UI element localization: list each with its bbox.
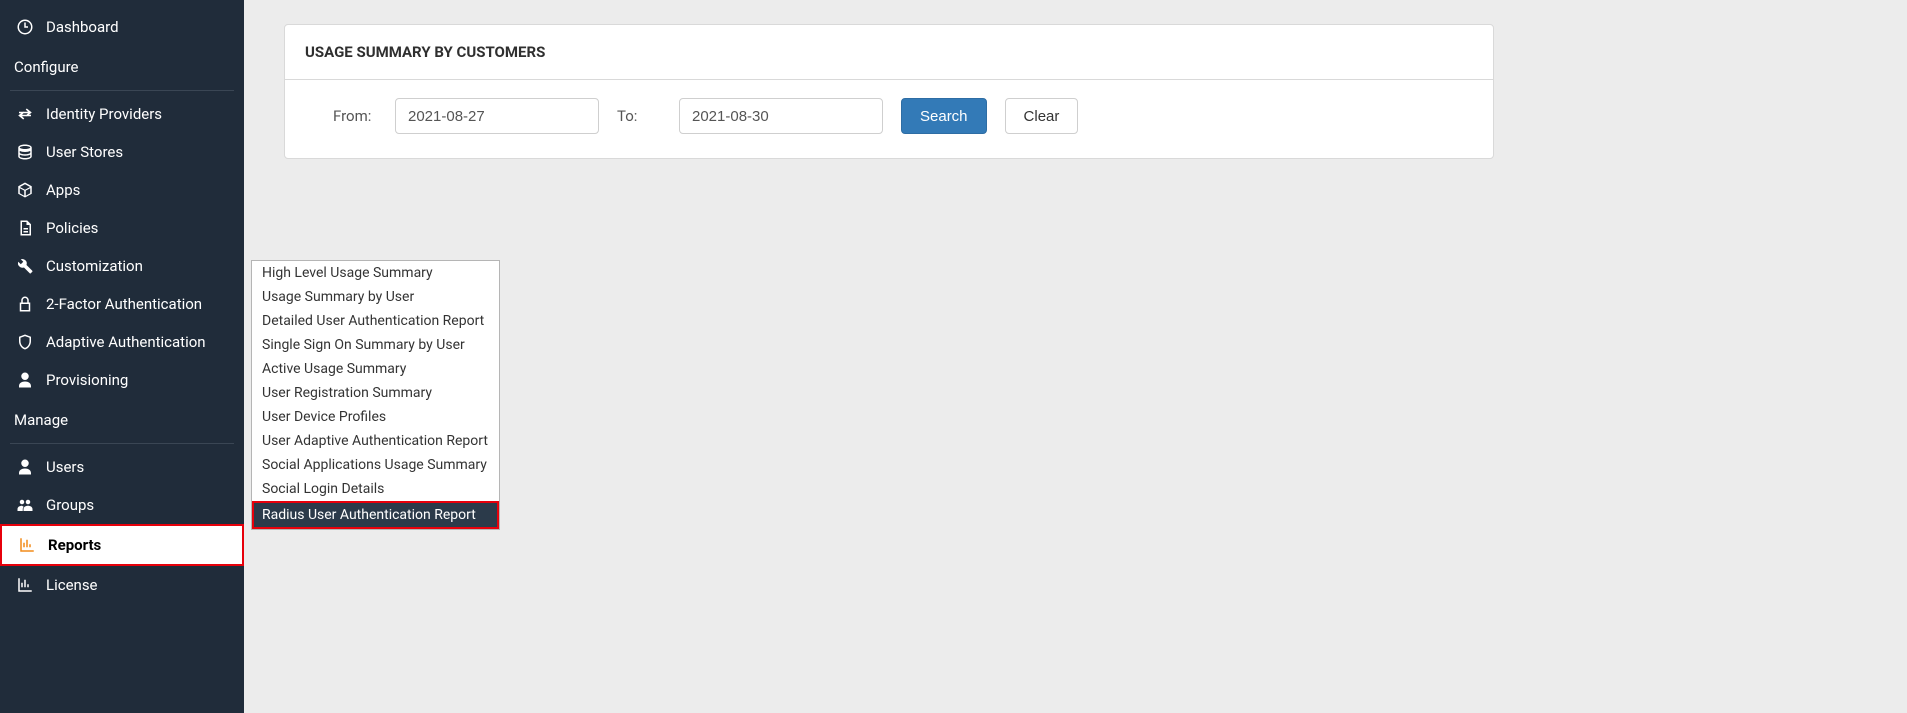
sidebar-item-apps[interactable]: Apps	[0, 171, 244, 209]
sidebar-item-label: Dashboard	[46, 18, 119, 36]
submenu-item-social-login[interactable]: Social Login Details	[252, 477, 499, 501]
reports-submenu: High Level Usage Summary Usage Summary b…	[251, 260, 500, 530]
chart-icon	[16, 536, 38, 554]
sidebar-item-reports[interactable]: Reports	[0, 524, 244, 566]
sidebar-item-users[interactable]: Users	[0, 448, 244, 486]
sidebar-item-label: Groups	[46, 496, 94, 514]
cube-icon	[14, 181, 36, 199]
exchange-icon	[14, 105, 36, 123]
sidebar-item-adaptive[interactable]: Adaptive Authentication	[0, 323, 244, 361]
panel-title: USAGE SUMMARY BY CUSTOMERS	[285, 25, 1493, 80]
sidebar-item-identity-providers[interactable]: Identity Providers	[0, 95, 244, 133]
sidebar-item-label: License	[46, 576, 98, 594]
document-icon	[14, 219, 36, 237]
sidebar-item-label: Provisioning	[46, 371, 128, 389]
sidebar-divider	[10, 443, 234, 444]
user-icon	[14, 371, 36, 389]
submenu-item-sso-summary[interactable]: Single Sign On Summary by User	[252, 333, 499, 357]
submenu-item-active-usage[interactable]: Active Usage Summary	[252, 357, 499, 381]
clear-button[interactable]: Clear	[1005, 98, 1079, 134]
sidebar-item-groups[interactable]: Groups	[0, 486, 244, 524]
submenu-item-usage-by-user[interactable]: Usage Summary by User	[252, 285, 499, 309]
usage-summary-panel: USAGE SUMMARY BY CUSTOMERS From: To: Sea…	[284, 24, 1494, 159]
submenu-item-adaptive-auth[interactable]: User Adaptive Authentication Report	[252, 429, 499, 453]
sidebar-item-policies[interactable]: Policies	[0, 209, 244, 247]
sidebar-item-label: Apps	[46, 181, 80, 199]
sidebar-item-provisioning[interactable]: Provisioning	[0, 361, 244, 399]
submenu-item-radius-auth[interactable]: Radius User Authentication Report	[252, 501, 499, 529]
sidebar-item-label: 2-Factor Authentication	[46, 295, 202, 313]
panel-body: From: To: Search Clear	[285, 80, 1493, 158]
sidebar-item-user-stores[interactable]: User Stores	[0, 133, 244, 171]
sidebar-item-label: Policies	[46, 219, 98, 237]
lock-icon	[14, 295, 36, 313]
sidebar-section-manage: Manage	[0, 399, 244, 439]
sidebar: Dashboard Configure Identity Providers U…	[0, 0, 244, 713]
sidebar-item-dashboard[interactable]: Dashboard	[0, 8, 244, 46]
shield-icon	[14, 333, 36, 351]
search-button[interactable]: Search	[901, 98, 987, 134]
chart-icon	[14, 576, 36, 594]
sidebar-item-customization[interactable]: Customization	[0, 247, 244, 285]
users-icon	[14, 496, 36, 514]
sidebar-section-configure: Configure	[0, 46, 244, 86]
from-date-input[interactable]	[395, 98, 599, 134]
dashboard-icon	[14, 18, 36, 36]
submenu-item-detailed-auth[interactable]: Detailed User Authentication Report	[252, 309, 499, 333]
sidebar-item-label: Identity Providers	[46, 105, 162, 123]
database-icon	[14, 143, 36, 161]
to-date-input[interactable]	[679, 98, 883, 134]
sidebar-item-label: Users	[46, 458, 84, 476]
sidebar-item-label: User Stores	[46, 143, 123, 161]
sidebar-divider	[10, 90, 234, 91]
user-icon	[14, 458, 36, 476]
sidebar-item-label: Customization	[46, 257, 143, 275]
sidebar-item-label: Reports	[48, 536, 101, 554]
sidebar-item-two-factor[interactable]: 2-Factor Authentication	[0, 285, 244, 323]
sidebar-item-license[interactable]: License	[0, 566, 244, 604]
submenu-item-device-profiles[interactable]: User Device Profiles	[252, 405, 499, 429]
submenu-item-user-registration[interactable]: User Registration Summary	[252, 381, 499, 405]
submenu-item-high-level-usage[interactable]: High Level Usage Summary	[252, 261, 499, 285]
sidebar-item-label: Adaptive Authentication	[46, 333, 206, 351]
wrench-icon	[14, 257, 36, 275]
submenu-item-social-apps[interactable]: Social Applications Usage Summary	[252, 453, 499, 477]
from-label: From:	[333, 107, 377, 125]
to-label: To:	[617, 107, 661, 125]
